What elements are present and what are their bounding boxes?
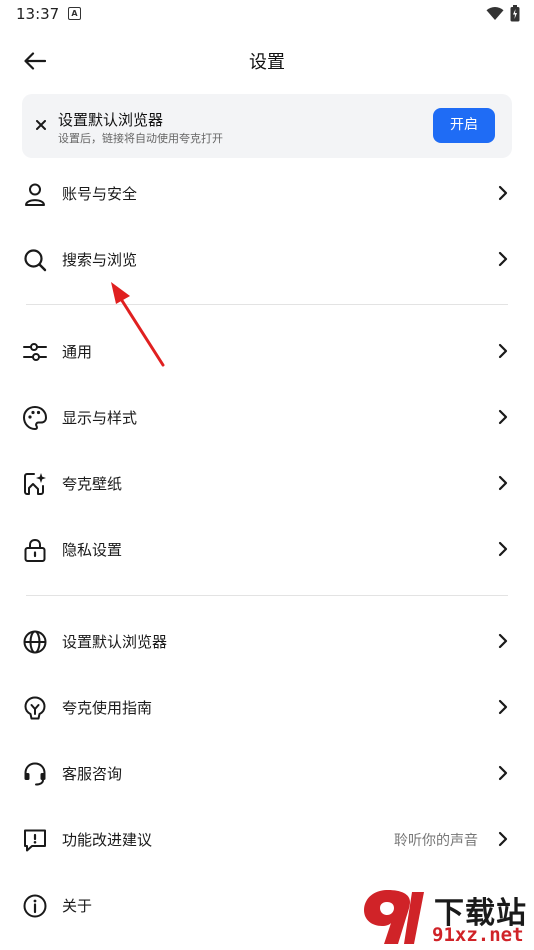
- wifi-icon: [486, 6, 504, 20]
- settings-section-2: 通用 显示与样式 夸克壁纸 隐私设置: [0, 318, 534, 582]
- chevron-right-icon: [498, 251, 508, 267]
- chevron-right-icon: [498, 185, 508, 201]
- settings-item-label: 关于: [62, 897, 93, 915]
- banner-subtitle: 设置后，链接将自动使用夸克打开: [58, 132, 223, 145]
- chevron-right-icon: [498, 409, 508, 425]
- settings-item-customer-service[interactable]: 客服咨询: [0, 740, 534, 806]
- settings-item-label: 夸克使用指南: [62, 699, 153, 717]
- chevron-right-icon: [498, 831, 508, 847]
- search-icon: [24, 249, 47, 272]
- settings-item-general[interactable]: 通用: [0, 318, 534, 384]
- notification-icon: A: [68, 7, 81, 20]
- globe-icon: [23, 630, 47, 654]
- info-icon: [23, 894, 47, 918]
- watermark-url: 91xz.net: [432, 924, 524, 946]
- feedback-icon: [24, 829, 46, 852]
- headset-icon: [24, 762, 46, 786]
- section-divider: [26, 304, 508, 305]
- sliders-icon: [23, 343, 47, 361]
- settings-section-1: 账号与安全 搜索与浏览: [0, 160, 534, 292]
- settings-item-value: 聆听你的声音: [394, 833, 478, 849]
- status-time: 13:37: [16, 5, 60, 23]
- chevron-right-icon: [498, 633, 508, 649]
- settings-item-privacy[interactable]: 隐私设置: [0, 516, 534, 582]
- enable-button[interactable]: 开启: [433, 108, 495, 143]
- settings-item-label: 搜索与浏览: [62, 251, 138, 269]
- settings-item-display-style[interactable]: 显示与样式: [0, 384, 534, 450]
- settings-item-search-browse[interactable]: 搜索与浏览: [0, 226, 534, 292]
- banner-close-button[interactable]: [32, 116, 50, 134]
- status-icons: [486, 5, 520, 22]
- settings-item-label: 隐私设置: [62, 541, 123, 559]
- chevron-right-icon: [498, 475, 508, 491]
- battery-icon: [510, 5, 520, 22]
- settings-item-label: 通用: [62, 343, 93, 361]
- person-icon: [25, 183, 45, 206]
- settings-item-label: 夸克壁纸: [62, 475, 123, 493]
- settings-item-label: 账号与安全: [62, 185, 138, 203]
- settings-item-account-security[interactable]: 账号与安全: [0, 160, 534, 226]
- settings-item-label: 显示与样式: [62, 409, 138, 427]
- settings-item-user-guide[interactable]: 夸克使用指南: [0, 674, 534, 740]
- settings-item-label: 设置默认浏览器: [62, 633, 168, 651]
- default-browser-banner: 设置默认浏览器 设置后，链接将自动使用夸克打开 开启: [22, 94, 512, 158]
- wallpaper-icon: [24, 473, 46, 495]
- settings-item-default-browser[interactable]: 设置默认浏览器: [0, 608, 534, 674]
- settings-item-label: 客服咨询: [62, 765, 123, 783]
- settings-item-wallpaper[interactable]: 夸克壁纸: [0, 450, 534, 516]
- chevron-right-icon: [498, 541, 508, 557]
- settings-item-feedback[interactable]: 功能改进建议 聆听你的声音: [0, 806, 534, 872]
- close-icon: [36, 120, 46, 130]
- status-bar: 13:37 A: [0, 0, 534, 28]
- lock-icon: [24, 538, 46, 562]
- chevron-right-icon: [498, 765, 508, 781]
- bulb-icon: [24, 696, 46, 720]
- palette-icon: [23, 406, 47, 430]
- app-header: 设置: [0, 36, 534, 84]
- section-divider: [26, 595, 508, 596]
- site-watermark: 下载站 91xz.net: [360, 884, 534, 950]
- banner-title: 设置默认浏览器: [58, 111, 164, 129]
- settings-item-label: 功能改进建议: [62, 831, 153, 849]
- chevron-right-icon: [498, 699, 508, 715]
- watermark-logo: [364, 890, 424, 944]
- page-title: 设置: [249, 52, 285, 73]
- chevron-right-icon: [498, 343, 508, 359]
